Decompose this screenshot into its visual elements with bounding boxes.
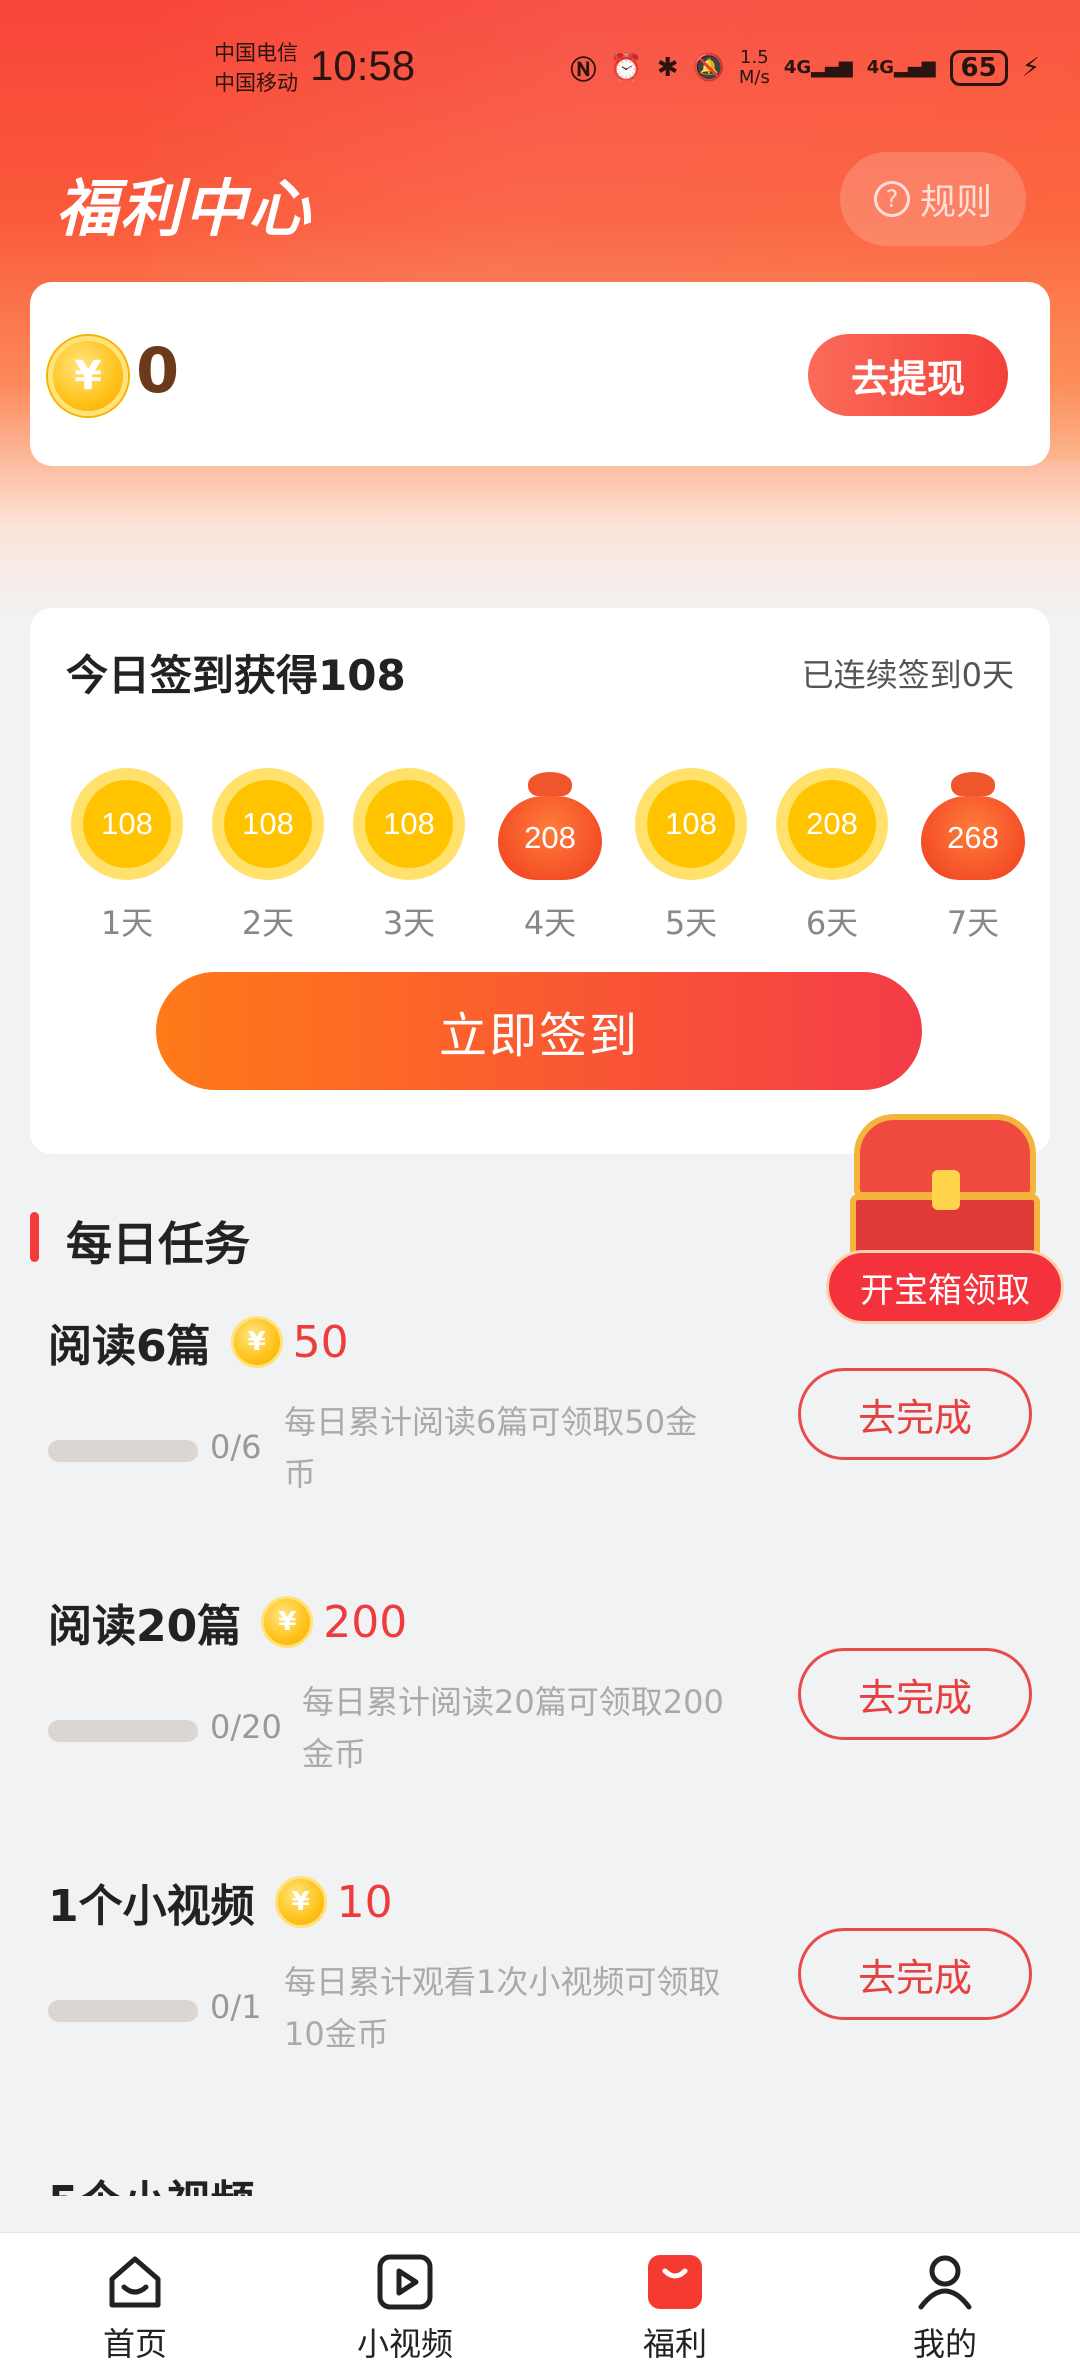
checkin-day: 208 4天 [493,768,607,944]
task-name: 阅读20篇 [48,1601,242,1652]
chest-lock-icon [932,1170,960,1210]
wallet-card: ¥ 0 去提现 [30,282,1050,466]
task-description: 每日累计观看1次小视频可领取10金币 [284,1963,721,2053]
signal-1: 4G▂▄▆ [783,57,853,78]
progress-bar [48,2000,198,2022]
tab-label: 首页 [102,2325,167,2363]
bag-knot [951,772,995,796]
day-amount: 208 [498,796,602,880]
checkin-streak: 已连续签到0天 [801,656,1014,694]
battery-indicator: 65 [949,50,1008,86]
coin-icon: ¥ [261,1596,314,1648]
day-label: 6天 [805,904,859,942]
day-label: 5天 [664,904,718,942]
section-title: 每日任务 [66,1217,250,1271]
alarm-icon: ⏰ [610,53,643,83]
day-label: 4天 [523,904,577,942]
rules-button[interactable]: ? 规则 [840,152,1026,246]
coin-icon: ¥ [48,336,128,416]
bluetooth-icon: ✱ [656,53,679,83]
progress-text: 0/20 [210,1708,282,1746]
network-speed: 1.5 M/s [738,47,770,88]
task-reward: 200 [323,1596,408,1648]
checkin-title: 今日签到获得108 [66,651,406,700]
task-go-button[interactable]: 去完成 [798,1648,1032,1740]
day-amount: 108 [353,768,465,880]
page-title: 福利中心 [56,172,313,245]
status-icons: Ⓝ ⏰ ✱ 🔕 1.5 M/s 4G▂▄▆ 4G▂▄▆ 65 ⚡ [570,48,1040,88]
task-title: 阅读6篇 ¥50 [48,1310,349,1374]
tab-video[interactable]: 小视频 [270,2233,540,2376]
checkin-card: 今日签到获得108 已连续签到0天 108 1天 108 2天 108 3天 208 4天 10… [30,608,1050,1154]
signal-2: 4G▂▄▆ [866,57,936,78]
progress-bar [48,1440,198,1462]
bag-knot [528,772,572,796]
coin-balance: 0 [136,334,180,407]
carrier-labels: 中国电信 中国移动 [214,38,298,98]
tab-home[interactable]: 首页 [0,2233,270,2376]
coin-icon: ¥ [274,1876,327,1928]
carrier-2: 中国移动 [214,71,298,95]
rules-label: 规则 [919,182,992,223]
home-icon [109,2256,161,2308]
question-icon: ? [873,181,910,217]
mute-bell-icon: 🔕 [692,53,725,83]
tab-label: 我的 [912,2325,977,2363]
welfare-icon [648,2255,702,2309]
red-packet-bag-icon: 208 [494,768,606,880]
checkin-day: 268 7天 [916,768,1030,944]
task-title: 1个小视频 ¥10 [48,1870,393,1934]
withdraw-button[interactable]: 去提现 [808,334,1008,416]
task-go-button[interactable]: 去完成 [798,1368,1032,1460]
day-amount: 208 [776,768,888,880]
coin-icon: ¥ [230,1316,283,1368]
task-item: 阅读6篇 ¥50 0/6 每日累计阅读6篇可领取50金币 去完成 [0,1310,1080,1510]
tab-label: 福利 [642,2325,707,2363]
tab-profile[interactable]: 我的 [810,2233,1080,2376]
status-time: 10:58 [310,42,416,89]
checkin-day: 208 6天 [775,768,889,944]
tab-label: 小视频 [356,2325,453,2363]
day-label: 3天 [382,904,436,942]
charging-icon: ⚡ [1021,53,1040,83]
day-amount: 108 [212,768,324,880]
profile-icon [918,2255,972,2310]
checkin-button[interactable]: 立即签到 [156,972,922,1090]
task-name: 阅读6篇 [48,1321,211,1372]
progress-text: 0/6 [210,1428,262,1466]
bottom-tab-bar: 首页 小视频 福利 我的 [0,2232,1080,2376]
day-label: 7天 [946,904,1000,942]
task-name: 1个小视频 [48,1881,255,1932]
task-title: 阅读20篇 ¥200 [48,1590,407,1654]
checkin-day: 108 2天 [211,768,325,944]
day-label: 1天 [100,904,154,942]
task-description: 每日累计阅读20篇可领取200金币 [302,1683,724,1773]
checkin-day: 108 1天 [70,768,184,944]
checkin-day: 108 5天 [634,768,748,944]
day-amount: 108 [635,768,747,880]
task-go-button[interactable]: 去完成 [798,1928,1032,2020]
checkin-days: 108 1天 108 2天 108 3天 208 4天 108 5天 208 6天 268 7天 [70,768,1030,944]
task-item: 阅读20篇 ¥200 0/20 每日累计阅读20篇可领取200金币 去完成 [0,1590,1080,1790]
task-reward: 50 [292,1316,349,1368]
day-amount: 268 [921,796,1025,880]
red-packet-bag-icon: 268 [917,768,1029,880]
task-item: 1个小视频 ¥10 0/1 每日累计观看1次小视频可领取10金币 去完成 [0,1870,1080,2070]
day-amount: 108 [71,768,183,880]
nfc-icon: Ⓝ [570,55,597,86]
carrier-1: 中国电信 [214,41,298,65]
section-accent-bar [30,1212,39,1262]
tab-welfare[interactable]: 福利 [540,2233,810,2376]
video-play-icon [377,2254,433,2310]
status-bar: 中国电信 中国移动 10:58 Ⓝ ⏰ ✱ 🔕 1.5 M/s 4G▂▄▆ 4G… [0,0,1080,140]
day-label: 2天 [241,904,295,942]
progress-bar [48,1720,198,1742]
task-name: 5个小视频 [48,2178,448,2196]
task-description: 每日累计阅读6篇可领取50金币 [284,1403,698,1493]
progress-text: 0/1 [210,1988,262,2026]
checkin-day: 108 3天 [352,768,466,944]
task-item-partial: 5个小视频 [48,2178,448,2196]
task-reward: 10 [336,1876,393,1928]
